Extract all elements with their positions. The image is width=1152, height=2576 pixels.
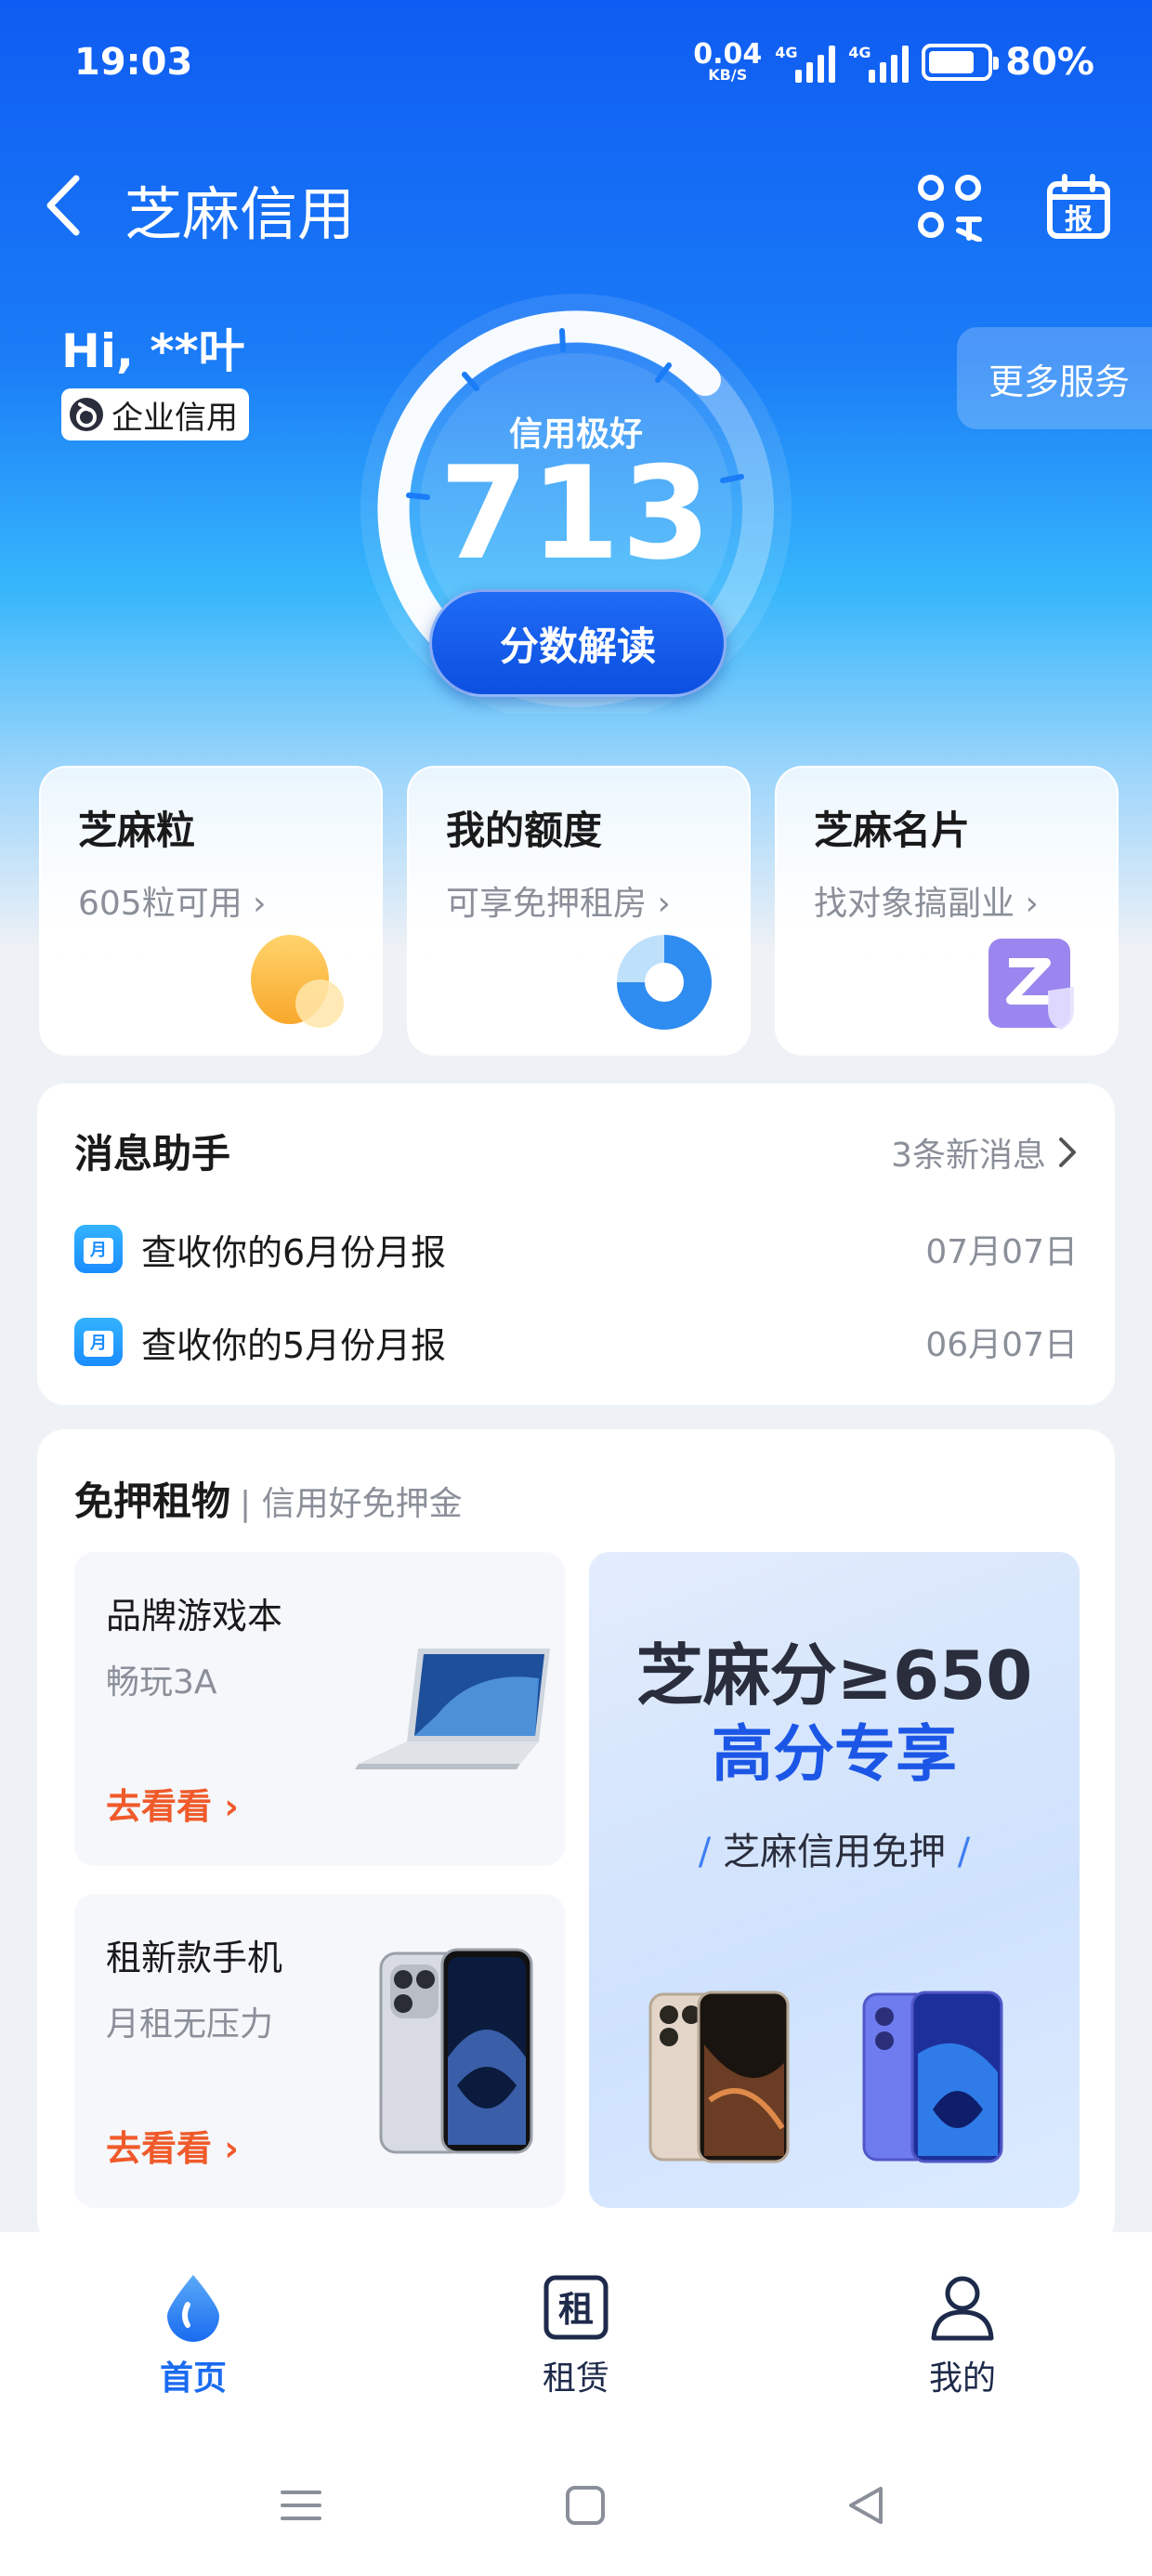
- message-item[interactable]: 查收你的6月份月报 07月07日: [74, 1221, 1078, 1277]
- enterprise-credit-tag[interactable]: 企业信用: [61, 388, 249, 440]
- battery-icon: [922, 44, 1000, 81]
- view-link[interactable]: 去看看 ›: [106, 2120, 239, 2171]
- report-calendar-icon[interactable]: 报: [1044, 173, 1113, 242]
- rental-icon: 租: [543, 2275, 609, 2340]
- promo-tagline: / 芝麻信用免押 /: [698, 1831, 971, 1873]
- laptop-image: [355, 1649, 550, 1769]
- feature-card-title: 芝麻粒: [78, 808, 196, 853]
- tab-home[interactable]: 首页: [100, 2273, 286, 2399]
- signal-icon-2: 4G: [848, 42, 910, 83]
- rental-item-gaming-laptop[interactable]: 品牌游戏本 畅玩3A 去看看 ›: [74, 1552, 565, 1866]
- promo-phone-image-1: [648, 1991, 790, 2163]
- rental-panel-subtitle: | 信用好免押金: [240, 1485, 463, 1523]
- view-link[interactable]: 去看看 ›: [106, 1778, 239, 1829]
- promo-phone-image-2: [862, 1991, 1003, 2163]
- message-panel-title: 消息助手: [74, 1131, 231, 1176]
- back-nav-icon[interactable]: [844, 2483, 888, 2528]
- profile-person-icon: [931, 2276, 994, 2341]
- feature-card-my-quota[interactable]: 我的额度 可享免押租房 ›: [407, 766, 751, 1056]
- monthly-report-icon: [74, 1318, 123, 1366]
- greeting: Hi, **叶: [61, 324, 245, 378]
- network-speed: 0.04 KB/S: [693, 38, 763, 84]
- home-nav-icon[interactable]: [563, 2483, 608, 2528]
- rental-panel-header: 免押租物 | 信用好免押金: [74, 1470, 463, 1527]
- svg-text:租: 租: [558, 2289, 594, 2330]
- high-score-promo-banner[interactable]: 芝麻分≥650 高分专享 / 芝麻信用免押 /: [589, 1552, 1080, 2208]
- signal-icon: 4G: [775, 42, 836, 83]
- new-messages-link[interactable]: 3条新消息: [891, 1128, 1078, 1176]
- phone-image: [379, 1948, 533, 2154]
- score-interpret-button[interactable]: 分数解读: [429, 589, 727, 697]
- feature-card-subtitle: 找对象搞副业 ›: [814, 885, 1039, 923]
- tab-rental[interactable]: 租 租赁: [483, 2273, 669, 2399]
- feature-card-subtitle: 605粒可用 ›: [78, 885, 267, 923]
- tab-mine[interactable]: 我的: [870, 2273, 1055, 2399]
- feature-card-title: 我的额度: [446, 808, 603, 853]
- more-services-button[interactable]: 更多服务: [957, 327, 1152, 429]
- credit-logo-icon: [70, 398, 103, 431]
- rental-item-new-phone[interactable]: 租新款手机 月租无压力 去看看 ›: [74, 1894, 565, 2208]
- grain-coin-icon: [251, 935, 344, 1028]
- quota-donut-icon: [617, 935, 712, 1030]
- page-title: 芝麻信用: [124, 180, 356, 248]
- home-drop-icon: [167, 2275, 219, 2342]
- feature-card-sesame-grains[interactable]: 芝麻粒 605粒可用 ›: [39, 766, 383, 1056]
- battery-percent: 80%: [1005, 41, 1094, 84]
- status-indicators: 0.04 KB/S 4G 4G 80%: [693, 38, 1094, 85]
- rental-panel-title: 免押租物: [74, 1479, 231, 1524]
- status-time: 19:03: [74, 41, 193, 84]
- back-icon[interactable]: [41, 171, 85, 240]
- monthly-report-icon: [74, 1225, 123, 1273]
- message-item[interactable]: 查收你的5月份月报 06月07日: [74, 1314, 1078, 1370]
- deposit-free-rental-panel: 免押租物 | 信用好免押金 品牌游戏本 畅玩3A 去看看 › 租新款手机 月租无压…: [37, 1429, 1115, 2247]
- feature-card-subtitle: 可享免押租房 ›: [446, 885, 671, 923]
- feature-card-title: 芝麻名片: [814, 808, 971, 853]
- name-card-icon: [988, 939, 1074, 1030]
- promo-headline: 高分专享: [712, 1718, 957, 1790]
- chevron-right-icon: [1059, 1137, 1076, 1167]
- feature-card-name-card[interactable]: 芝麻名片 找对象搞副业 ›: [775, 766, 1119, 1056]
- svg-text:报: 报: [1065, 204, 1093, 236]
- menu-nav-icon[interactable]: [279, 2483, 323, 2528]
- credit-score: 713: [439, 439, 713, 588]
- message-assistant-panel: 消息助手 3条新消息 查收你的6月份月报 07月07日 查收你的5月份月报 06…: [37, 1084, 1115, 1405]
- scan-icon[interactable]: [916, 173, 985, 243]
